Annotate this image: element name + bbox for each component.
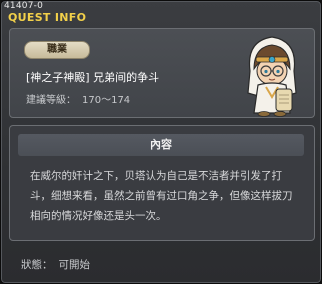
job-badge: 職業: [24, 41, 90, 59]
npc-portrait-icon: [247, 36, 297, 117]
window-title: QUEST INFO: [8, 11, 87, 24]
content-title: 內容: [18, 134, 304, 156]
status-label: 狀態：: [21, 259, 53, 271]
status-value: 可開始: [58, 259, 91, 271]
content-description: 在威尔的奸计之下，贝塔认为自己是不洁者并引发了打斗，细想来看，虽然之前曾有过口角…: [30, 170, 293, 222]
level-range: 170～174: [82, 95, 131, 106]
quest-id: 41407-0: [4, 1, 44, 11]
quest-info-window: 41407-0 QUEST INFO 職業 [神之子神殿] 兄弟间的争斗 建議等…: [0, 0, 322, 284]
quest-name: [神之子神殿] 兄弟间的争斗: [26, 71, 160, 84]
quest-header-panel: 職業 [神之子神殿] 兄弟间的争斗 建議等級： 170～174: [9, 28, 315, 118]
quest-status: 狀態： 可開始: [21, 257, 90, 272]
recommended-level: 建議等級： 170～174: [26, 91, 130, 106]
level-label: 建議等級：: [26, 95, 76, 106]
content-panel: 內容 在威尔的奸计之下，贝塔认为自己是不洁者并引发了打斗，细想来看，虽然之前曾有…: [9, 125, 315, 241]
